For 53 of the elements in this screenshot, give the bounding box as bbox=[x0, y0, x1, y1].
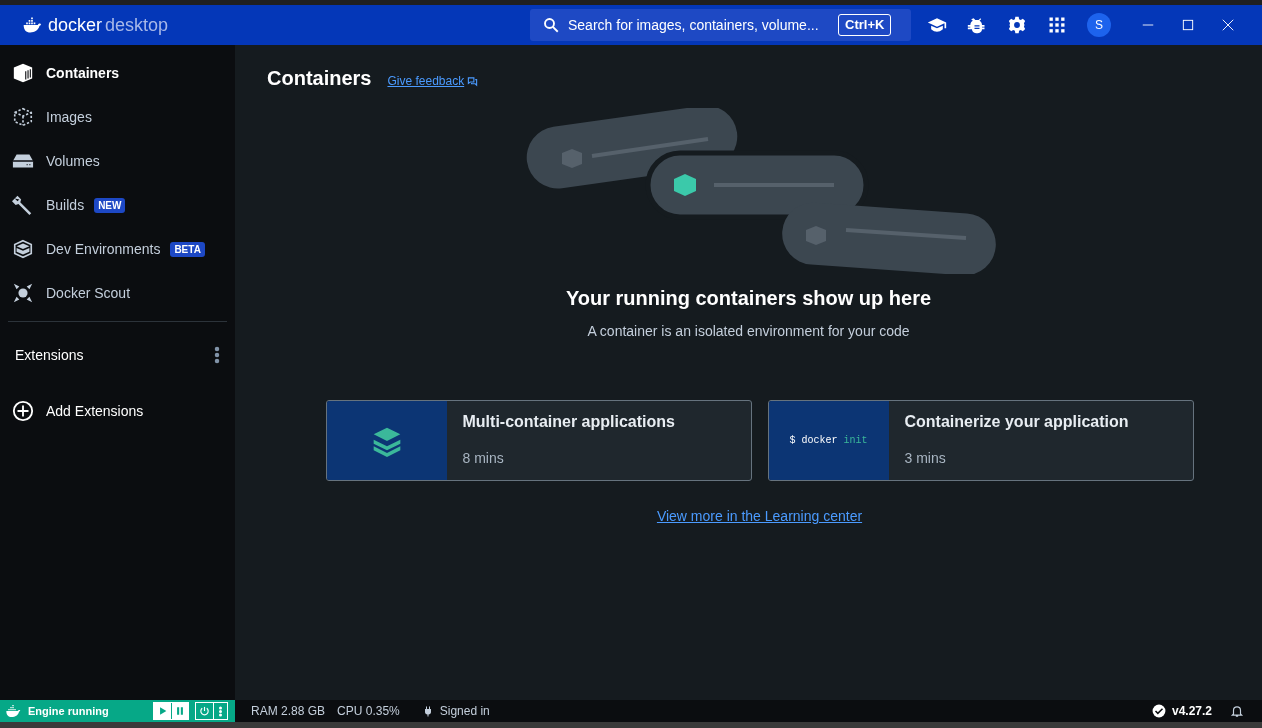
sign-in-status: Signed in bbox=[439, 703, 490, 720]
bug-icon[interactable] bbox=[967, 15, 987, 35]
code-snippet: $ docker init bbox=[789, 434, 868, 448]
settings-icon[interactable] bbox=[1007, 15, 1027, 35]
learning-card[interactable]: $ docker init Containerize your application 3 mins bbox=[767, 400, 1194, 481]
feedback-link[interactable]: Give feedback bbox=[387, 72, 479, 90]
check-circle-icon bbox=[1151, 704, 1166, 718]
sidebar-item[interactable]: Builds NEW bbox=[8, 183, 227, 227]
close-icon[interactable] bbox=[1221, 18, 1235, 32]
card-duration: 3 mins bbox=[904, 449, 947, 468]
containers-icon bbox=[12, 62, 34, 84]
pause-icon bbox=[175, 706, 185, 716]
version: v4.27.2 bbox=[1171, 703, 1212, 720]
shortcut-key: Ctrl+K bbox=[838, 14, 892, 36]
cpu-usage: CPU 0.35% bbox=[337, 703, 400, 720]
builds-icon bbox=[12, 194, 34, 216]
page-title: Containers bbox=[267, 66, 372, 91]
add-extensions-button[interactable]: Add Extensions bbox=[8, 382, 227, 440]
avatar[interactable]: S bbox=[1087, 13, 1111, 37]
learning-card[interactable]: Multi-container applications 8 mins bbox=[325, 400, 752, 481]
more-vertical-icon[interactable] bbox=[214, 346, 220, 364]
chat-icon bbox=[467, 75, 479, 87]
empty-state-subtitle: A container is an isolated environment for your code bbox=[587, 322, 910, 341]
learning-center-link[interactable]: View more in the Learning center bbox=[656, 506, 863, 527]
engine-status: Engine running bbox=[28, 703, 110, 719]
card-title: Containerize your application bbox=[904, 412, 1129, 432]
sidebar-item[interactable]: Docker Scout bbox=[8, 271, 227, 315]
badge: BETA bbox=[170, 241, 205, 257]
sidebar-item[interactable]: Images bbox=[8, 95, 227, 139]
maximize-icon[interactable] bbox=[1181, 18, 1195, 32]
search-field[interactable]: Search for images, containers, volume... Ctrl+K bbox=[530, 9, 911, 41]
search-icon bbox=[542, 16, 560, 34]
badge: NEW bbox=[94, 197, 126, 213]
whale-icon bbox=[4, 703, 22, 719]
section-heading: Extensions bbox=[15, 345, 84, 365]
power-icon bbox=[199, 705, 210, 717]
card-title: Multi-container applications bbox=[462, 412, 675, 432]
logo-text: docker bbox=[48, 13, 103, 37]
bell-icon[interactable] bbox=[1230, 704, 1244, 718]
sidebar-item[interactable]: Volumes bbox=[8, 139, 227, 183]
logo-text: desktop bbox=[105, 13, 169, 37]
search-input[interactable]: Search for images, containers, volume... bbox=[568, 14, 830, 36]
play-icon bbox=[157, 706, 168, 716]
card-duration: 8 mins bbox=[462, 449, 505, 468]
plus-circle-icon bbox=[12, 400, 34, 422]
sidebar-item[interactable]: Containers bbox=[8, 51, 227, 95]
ram-usage: RAM 2.88 GB bbox=[251, 703, 326, 720]
pause-button[interactable] bbox=[171, 703, 188, 719]
apps-grid-icon[interactable] bbox=[1047, 15, 1067, 35]
sidebar-item[interactable]: Dev Environments BETA bbox=[8, 227, 227, 271]
more-vertical-icon bbox=[219, 705, 222, 717]
play-button[interactable] bbox=[154, 703, 171, 719]
empty-state-title: Your running containers show up here bbox=[565, 286, 932, 311]
